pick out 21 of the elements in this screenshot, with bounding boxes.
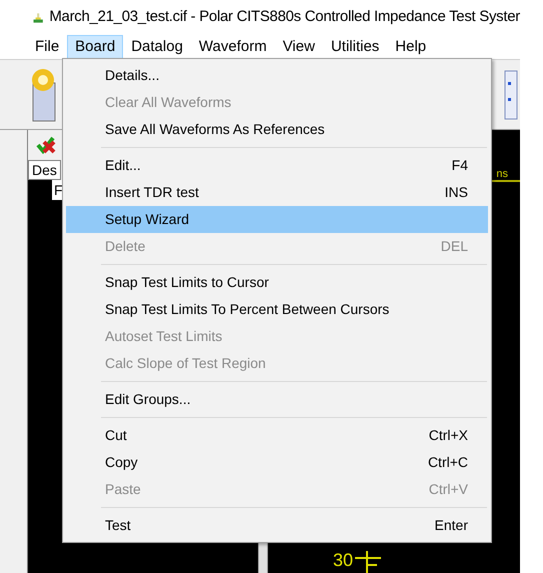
window-title: March_21_03_test.cif - Polar CITS880s Controlled Impedance Test Syster bbox=[49, 7, 520, 28]
axis-unit: ns bbox=[496, 168, 508, 180]
menu-bar-item[interactable]: Board bbox=[67, 35, 124, 59]
axis-label: 30 bbox=[333, 548, 354, 572]
menu-item[interactable]: Snap Test Limits to Cursor bbox=[66, 269, 488, 296]
menu-item[interactable]: Details... bbox=[66, 62, 488, 89]
menu-item[interactable]: Setup Wizard bbox=[66, 206, 488, 233]
menu-item[interactable]: Cut Ctrl+X bbox=[66, 422, 488, 449]
menu-item[interactable]: Edit... F4 bbox=[66, 152, 488, 179]
menu-bar-item[interactable]: Waveform bbox=[190, 35, 275, 59]
menu-item[interactable]: Save All Waveforms As References bbox=[66, 116, 488, 143]
menu-item[interactable]: Copy Ctrl+C bbox=[66, 449, 488, 476]
menu-bar-item[interactable]: File bbox=[27, 35, 68, 59]
menu-bar-item[interactable]: Utilities bbox=[322, 35, 388, 59]
menu-bar-item[interactable]: Datalog bbox=[123, 35, 191, 59]
menu-item[interactable]: Snap Test Limits To Percent Between Cursors bbox=[66, 296, 488, 323]
column-header: Des bbox=[28, 160, 61, 180]
menu-item[interactable]: Test Enter bbox=[66, 512, 488, 539]
menu-bar-item[interactable]: Help bbox=[387, 35, 434, 59]
menu-item[interactable]: Edit Groups... bbox=[66, 386, 488, 413]
menu-bar-item[interactable]: View bbox=[274, 35, 323, 59]
